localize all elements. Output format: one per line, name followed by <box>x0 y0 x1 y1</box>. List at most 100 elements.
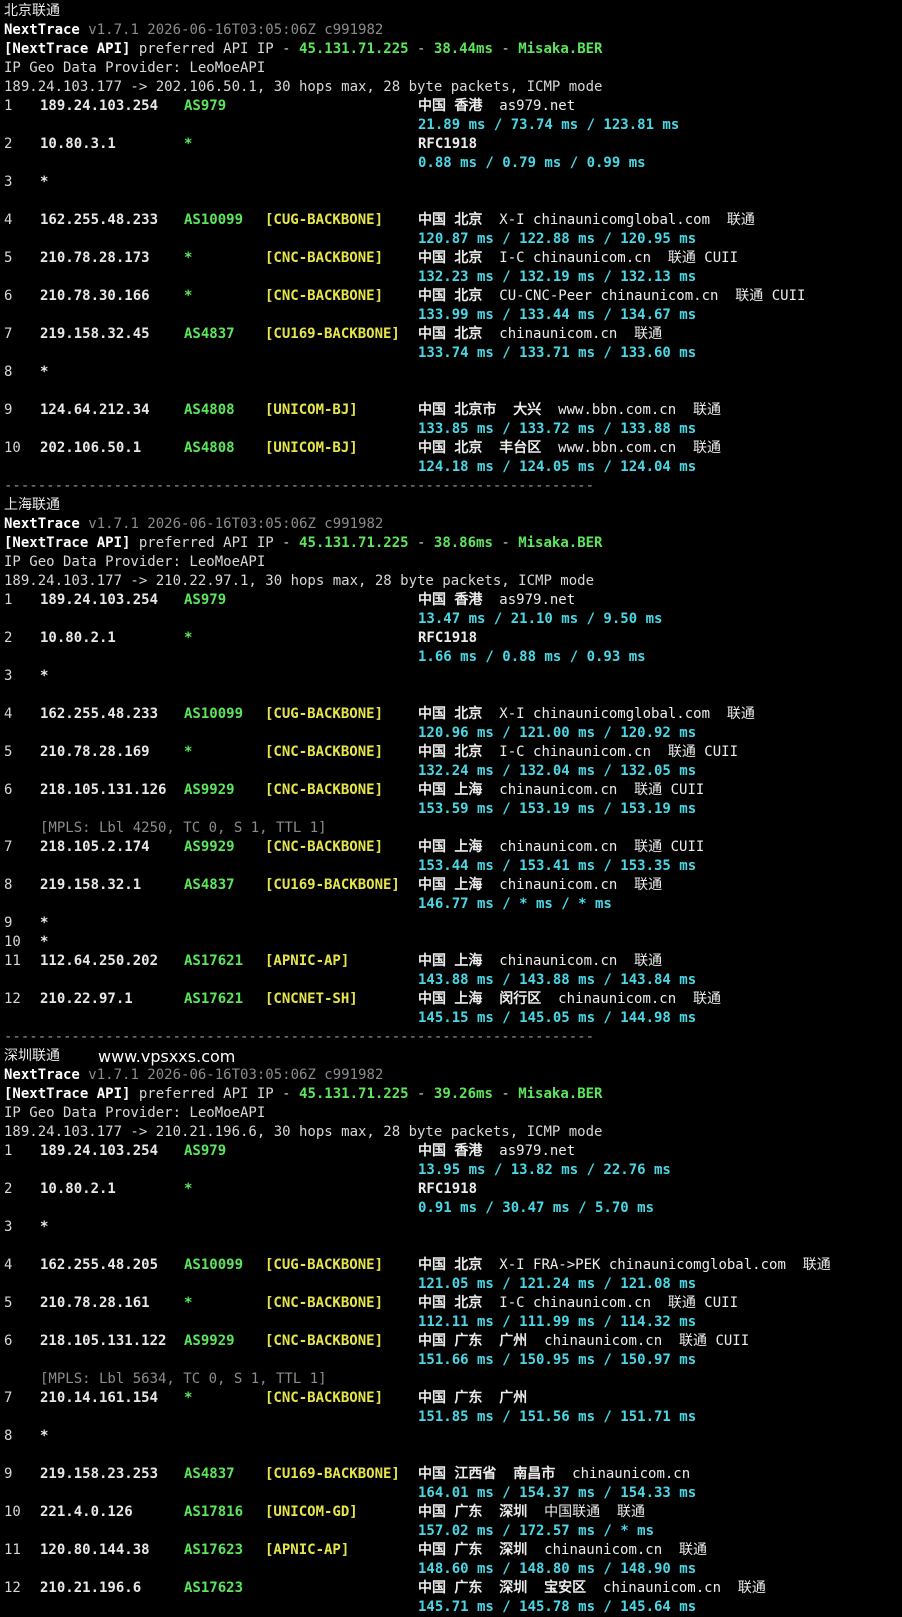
hop-rtt: 1.66 ms / 0.88 ms / 0.93 ms <box>418 649 646 665</box>
hop-asn: AS17621 <box>184 953 244 969</box>
hop-ip: 218.105.2.174 <box>40 839 150 855</box>
hop-asn: AS4808 <box>184 440 235 456</box>
hop-row: 4 162.255.48.233 AS10099 [CUG-BACKBONE] 中国 北… <box>4 211 900 230</box>
hop-asn: AS9929 <box>184 1333 235 1349</box>
hop-location: 中国 北京 <box>418 744 483 760</box>
hop-number: 1 <box>4 592 13 608</box>
hop-rtt-row: 157.02 ms / 172.57 ms / * ms <box>4 1522 900 1541</box>
hop-tag: [CUG-BACKBONE] <box>265 706 384 722</box>
hop-mpls: [MPLS: Lbl 5634, TC 0, S 1, TTL 1] <box>40 1371 327 1387</box>
hop-mpls: [MPLS: Lbl 4250, TC 0, S 1, TTL 1] <box>40 820 327 836</box>
hop-asn: AS17623 <box>184 1580 244 1596</box>
hop-location: 中国 北京 <box>418 212 483 228</box>
hop-ip: 10.80.2.1 <box>40 1181 116 1197</box>
hop-asn: AS4808 <box>184 402 235 418</box>
hop-row: 5 210.78.28.169 * [CNC-BACKBONE] 中国 北京 I-C c… <box>4 743 900 762</box>
hop-location: 中国 广东 广州 <box>418 1333 528 1349</box>
hop-location: 中国 广东 深圳 <box>418 1542 528 1558</box>
hop-asn: AS10099 <box>184 212 244 228</box>
hop-ip: 112.64.250.202 <box>40 953 159 969</box>
hop-number: 12 <box>4 1580 21 1596</box>
hop-domain: X-I chinaunicomglobal.com 联通 <box>499 706 755 722</box>
hop-ip: 120.80.144.38 <box>40 1542 150 1558</box>
hop-rtt-row <box>4 192 900 211</box>
api-dash: - <box>408 41 434 57</box>
version-line: NextTrace v1.7.1 2026-06-16T03:05:06Z c9… <box>4 515 900 534</box>
hop-ip: 189.24.103.254 <box>40 592 159 608</box>
hop-rtt: 132.23 ms / 132.19 ms / 132.13 ms <box>418 269 697 285</box>
hop-number: 9 <box>4 915 13 931</box>
api-text: preferred API IP - <box>130 535 300 551</box>
hop-location: 中国 广东 深圳 宝安区 <box>418 1580 587 1596</box>
hop-row: 7 218.105.2.174 AS9929 [CNC-BACKBONE] 中国 上海 … <box>4 838 900 857</box>
hop-rtt-row: 164.01 ms / 154.37 ms / 154.33 ms <box>4 1484 900 1503</box>
hop-geo: 中国 北京 chinaunicom.cn 联通 <box>418 325 662 344</box>
hop-rtt: 153.59 ms / 153.19 ms / 153.19 ms <box>418 801 697 817</box>
hop-location: 中国 上海 闵行区 <box>418 991 542 1007</box>
hop-location: 中国 北京 丰台区 <box>418 440 542 456</box>
hop-rtt-row: 1.66 ms / 0.88 ms / 0.93 ms <box>4 648 900 667</box>
hop-domain: www.bbn.com.cn 联通 <box>558 402 722 418</box>
version-line: NextTrace v1.7.1 2026-06-16T03:05:06Z c9… <box>4 21 900 40</box>
hop-rtt-row: 120.96 ms / 121.00 ms / 120.92 ms <box>4 724 900 743</box>
geo-provider-line: IP Geo Data Provider: LeoMoeAPI <box>4 59 900 78</box>
hop-domain: I-C chinaunicom.cn 联通 CUII <box>499 744 739 760</box>
api-text: preferred API IP - <box>130 41 300 57</box>
hop-geo: 中国 广东 深圳 中国联通 联通 <box>418 1503 645 1522</box>
hop-tag: [UNICOM-GD] <box>265 1504 358 1520</box>
hop-domain: chinaunicom.cn 联通 <box>499 877 663 893</box>
app-version: v1.7.1 2026-06-16T03:05:06Z c991982 <box>88 1067 384 1083</box>
hop-asn: * <box>184 288 193 304</box>
hop-asn: AS4837 <box>184 1466 235 1482</box>
section-title: 深圳联通 <box>4 1048 60 1064</box>
hop-rtt-row: 13.95 ms / 13.82 ms / 22.76 ms <box>4 1161 900 1180</box>
hop-row: 3 * <box>4 1218 900 1237</box>
hop-tag: [CNC-BACKBONE] <box>265 1390 384 1406</box>
hop-location: 中国 上海 <box>418 839 483 855</box>
hop-rtt-row: 151.66 ms / 150.95 ms / 150.97 ms <box>4 1351 900 1370</box>
hop-asn: AS9929 <box>184 782 235 798</box>
hop-tag: [CUG-BACKBONE] <box>265 1257 384 1273</box>
separator: ----------------------------------------… <box>4 1029 595 1045</box>
hop-rtt-row: 133.99 ms / 133.44 ms / 134.67 ms <box>4 306 900 325</box>
hop-ip: 210.78.28.173 <box>40 250 150 266</box>
hop-asn: * <box>184 1295 193 1311</box>
hop-row: 8 * <box>4 1427 900 1446</box>
watermark-text: www.vpsxxs.com <box>98 1047 236 1066</box>
hop-asn: AS17621 <box>184 991 244 1007</box>
hop-number: 6 <box>4 288 13 304</box>
hop-rtt-row <box>4 686 900 705</box>
hop-rtt-row: 112.11 ms / 111.99 ms / 114.32 ms <box>4 1313 900 1332</box>
hop-asn: AS17623 <box>184 1542 244 1558</box>
hop-asn: * <box>184 250 193 266</box>
hop-rtt: 21.89 ms / 73.74 ms / 123.81 ms <box>418 117 680 133</box>
hop-number: 9 <box>4 1466 13 1482</box>
hop-domain: chinaunicom.cn 联通 <box>558 991 722 1007</box>
hop-number: 4 <box>4 706 13 722</box>
hop-asn: AS4837 <box>184 877 235 893</box>
hop-location: RFC1918 <box>418 630 478 646</box>
hop-rtt: 0.91 ms / 30.47 ms / 5.70 ms <box>418 1200 655 1216</box>
hop-location: 中国 香港 <box>418 98 483 114</box>
hop-ip: 218.105.131.126 <box>40 782 167 798</box>
api-line: [NextTrace API] preferred API IP - 45.13… <box>4 1085 900 1104</box>
hop-rtt: 145.71 ms / 145.78 ms / 145.64 ms <box>418 1599 697 1615</box>
hop-rtt: 121.05 ms / 121.24 ms / 121.08 ms <box>418 1276 697 1292</box>
hop-row: 1 189.24.103.254 AS979 中国 香港 as979.net <box>4 591 900 610</box>
hop-ip: * <box>40 364 49 380</box>
hop-asn: AS17816 <box>184 1504 244 1520</box>
hop-number: 3 <box>4 174 13 190</box>
app-version: v1.7.1 2026-06-16T03:05:06Z c991982 <box>88 516 384 532</box>
hop-rtt: 164.01 ms / 154.37 ms / 154.33 ms <box>418 1485 697 1501</box>
hop-rtt: 13.47 ms / 21.10 ms / 9.50 ms <box>418 611 663 627</box>
api-ip: 45.131.71.225 <box>299 1086 409 1102</box>
api-dash: - <box>408 1086 434 1102</box>
hop-asn: * <box>184 1181 193 1197</box>
hop-location: 中国 上海 <box>418 782 483 798</box>
hop-location: 中国 上海 <box>418 953 483 969</box>
hop-row: 2 10.80.2.1 * RFC1918 <box>4 1180 900 1199</box>
hop-tag: [APNIC-AP] <box>265 1542 350 1558</box>
hop-rtt: 112.11 ms / 111.99 ms / 114.32 ms <box>418 1314 697 1330</box>
hop-ip: 162.255.48.233 <box>40 212 159 228</box>
hop-geo: 中国 上海 chinaunicom.cn 联通 CUII <box>418 781 704 800</box>
